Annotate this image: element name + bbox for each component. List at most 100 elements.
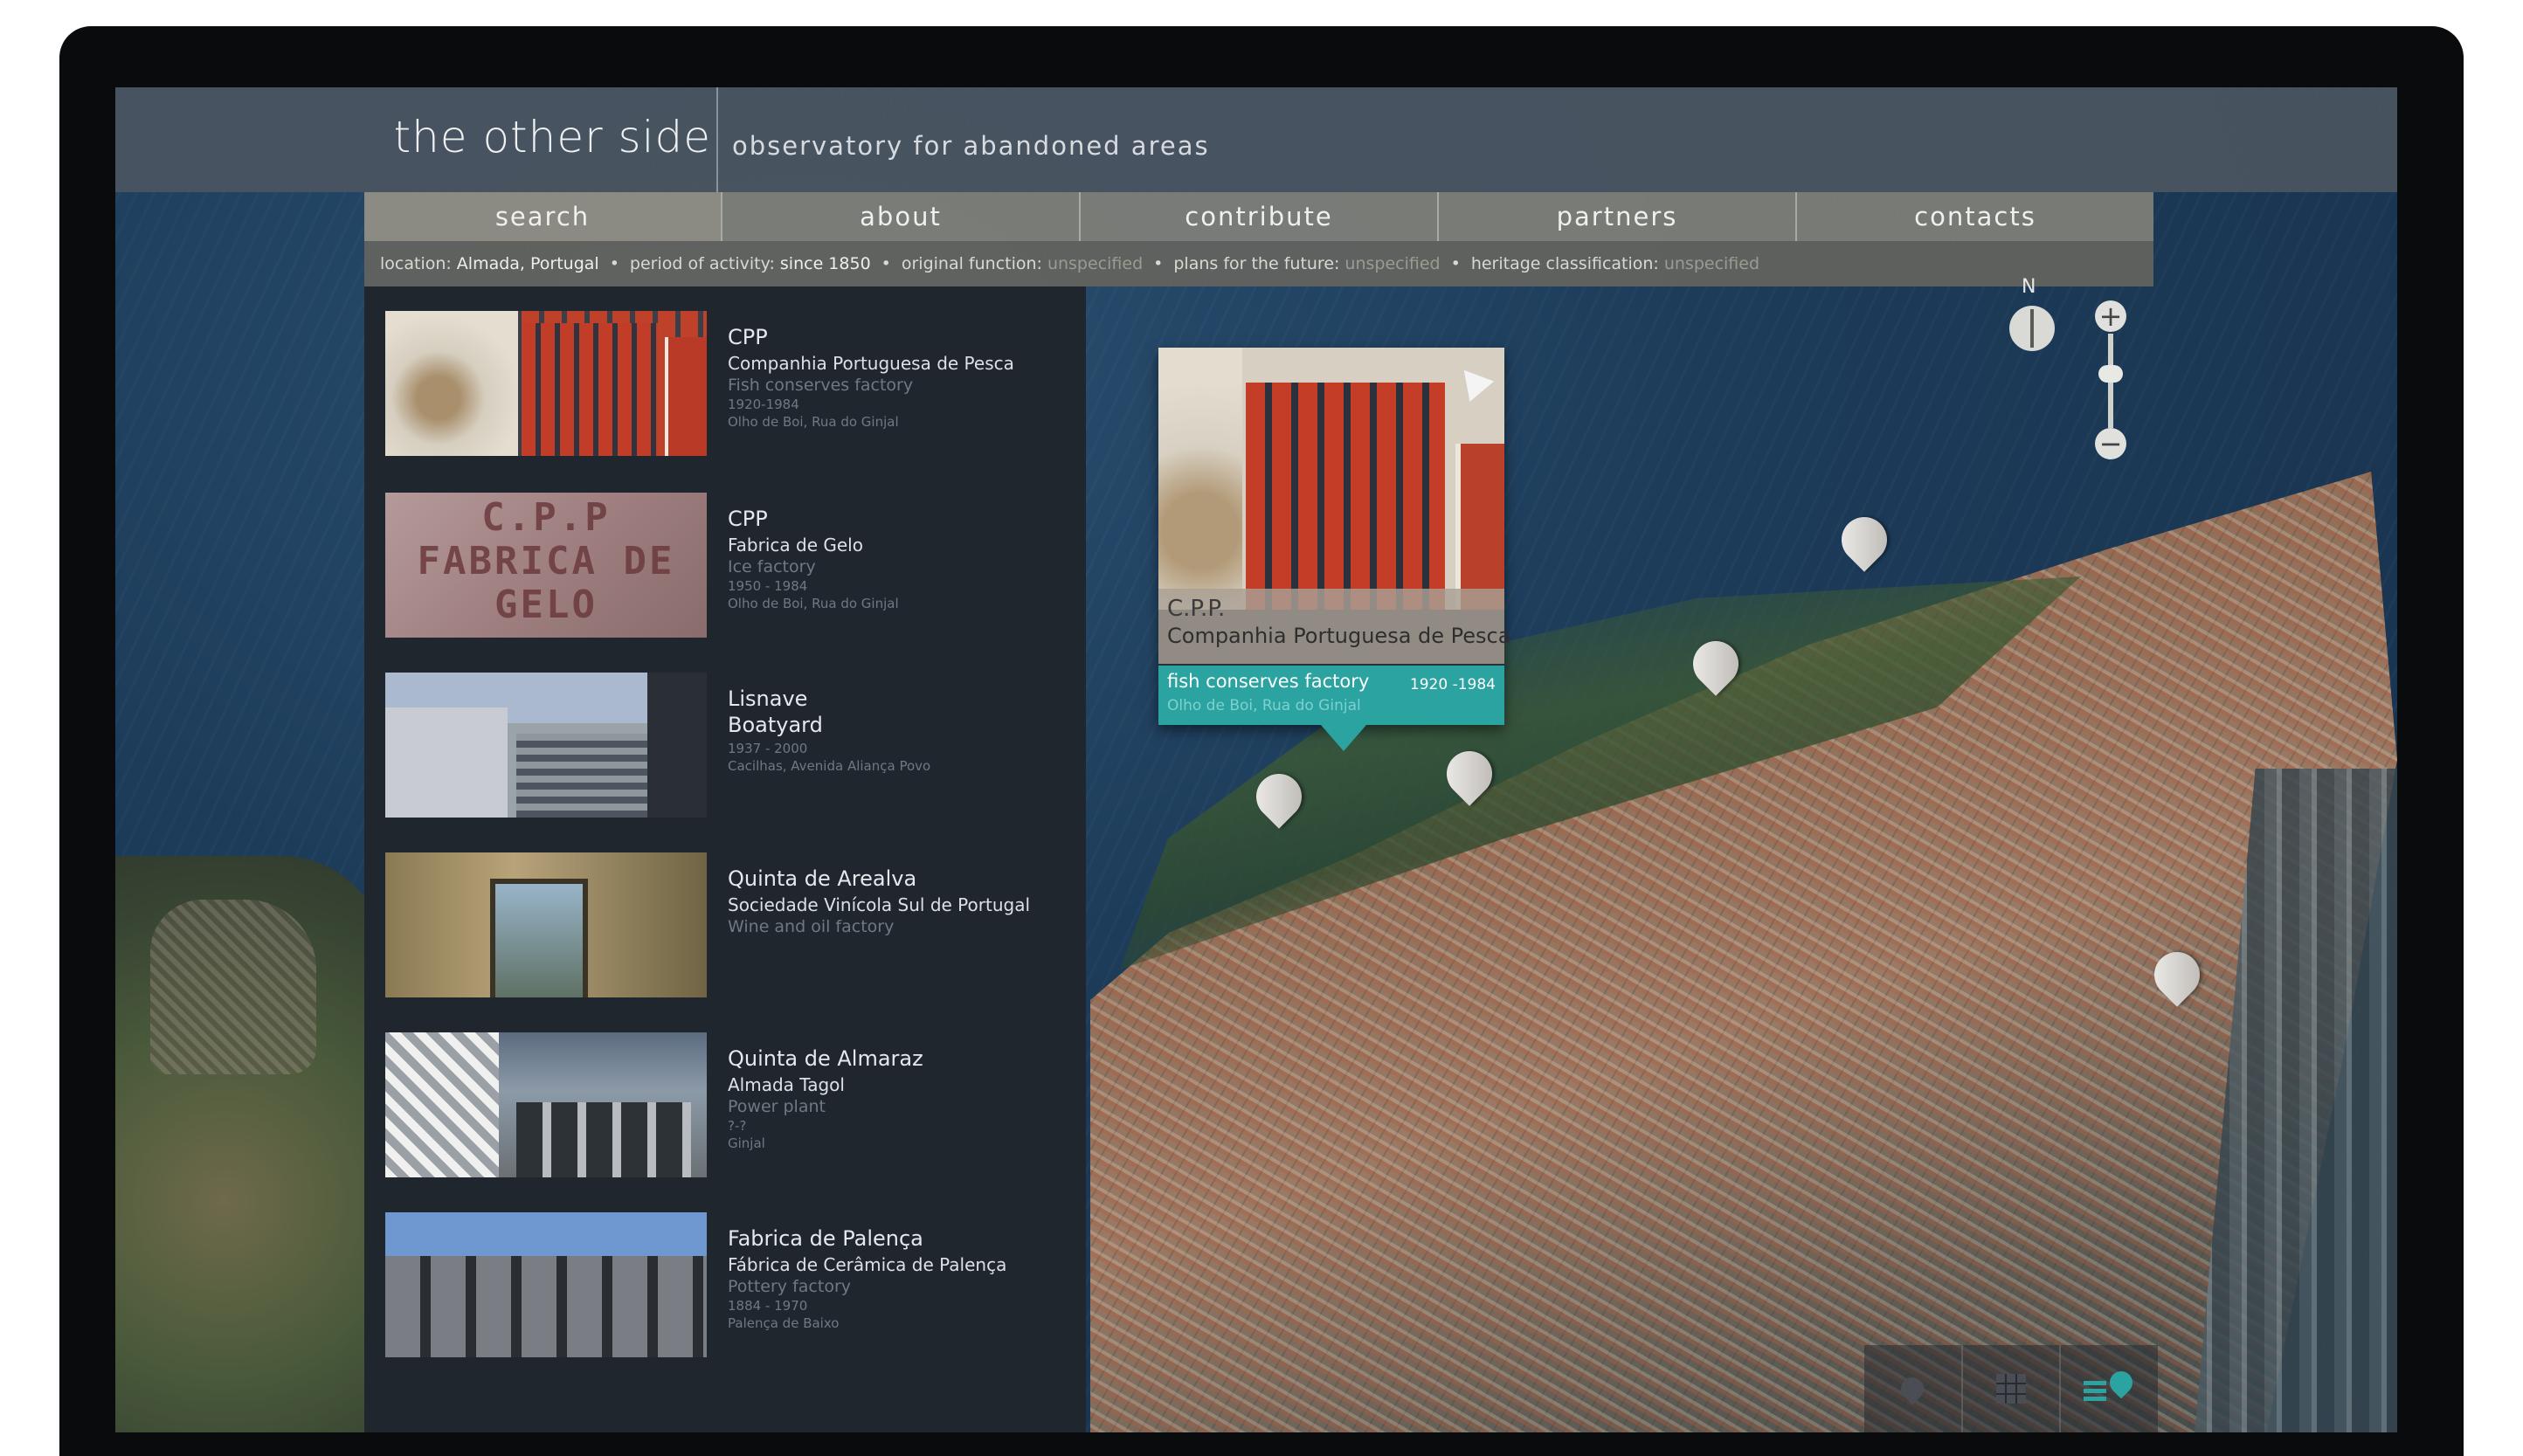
nav-about[interactable]: about <box>721 192 1079 241</box>
list-item-thumbnail[interactable] <box>385 1032 707 1177</box>
list-item-address: Olho de Boi, Rua do Ginjal <box>728 414 899 430</box>
list-item-dates: 1884 - 1970 <box>728 1298 808 1314</box>
list-item-subtitle: Fabrica de Gelo <box>728 535 863 555</box>
list-item-function: Wine and oil factory <box>728 917 895 936</box>
nav-contribute[interactable]: contribute <box>1079 192 1437 241</box>
filter-period-value[interactable]: since 1850 <box>780 254 871 273</box>
nav-contacts[interactable]: contacts <box>1795 192 2153 241</box>
site-title[interactable]: the other side <box>394 112 712 162</box>
app-screen: the other side observatory for abandoned… <box>115 87 2397 1432</box>
filter-heritage-label: heritage classification: <box>1470 254 1659 273</box>
view-mode-bar <box>1864 1345 2158 1432</box>
header-divider <box>716 87 718 192</box>
list-item-function: Fish conserves factory <box>728 376 914 395</box>
zoom-out-button[interactable]: − <box>2095 427 2126 460</box>
filter-heritage-value[interactable]: unspecified <box>1664 254 1759 273</box>
list-lines-icon <box>2083 1380 2106 1401</box>
list-item[interactable]: Quinta de Almaraz Almada Tagol Power pla… <box>385 1032 1067 1181</box>
filter-location-label: location: <box>380 254 452 273</box>
list-item-title[interactable]: CPP <box>728 325 1060 349</box>
list-item-thumbnail[interactable] <box>385 852 707 997</box>
list-item[interactable]: Quinta de Arealva Sociedade Vinícola Sul… <box>385 852 1067 1001</box>
list-item[interactable]: CPP Companhia Portuguesa de Pesca Fish c… <box>385 311 1067 459</box>
popup-header: C.P.P. Companhia Portuguesa de Pesca <box>1158 589 1510 664</box>
compass-icon[interactable] <box>2009 306 2055 351</box>
list-item-thumbnail[interactable] <box>385 311 707 456</box>
nav-partners[interactable]: partners <box>1437 192 1795 241</box>
photo-door-side <box>1455 444 1504 610</box>
thumb-building <box>385 707 508 818</box>
list-item-thumbnail[interactable] <box>385 673 707 818</box>
list-map-icon <box>2083 1366 2138 1406</box>
navigate-arrow-icon[interactable] <box>1451 360 1495 402</box>
list-item-address: Ginjal <box>728 1135 765 1151</box>
zoom-slider-handle[interactable] <box>2098 365 2123 383</box>
list-item-dates: 1937 - 2000 <box>728 741 808 756</box>
list-item-text: Quinta de Almaraz Almada Tagol Power pla… <box>728 1046 1060 1153</box>
filter-plans-value[interactable]: unspecified <box>1344 254 1440 273</box>
list-item-subtitle: Companhia Portuguesa de Pesca <box>728 353 1014 374</box>
site-subtitle: observatory for abandoned areas <box>732 131 1210 161</box>
list-item-function: Pottery factory <box>728 1277 851 1296</box>
results-list: CPP Companhia Portuguesa de Pesca Fish c… <box>364 286 1086 1432</box>
filter-function-label: original function: <box>901 254 1042 273</box>
grid-icon <box>1996 1374 2026 1404</box>
list-item[interactable]: C.P.P FABRICA DE GELO CPP Fabrica de Gel… <box>385 493 1067 641</box>
list-item-text: Fabrica de Palença Fábrica de Cerâmica d… <box>728 1226 1060 1333</box>
popup-photo[interactable] <box>1158 348 1504 610</box>
location-popup[interactable]: C.P.P. Companhia Portuguesa de Pesca fis… <box>1158 348 1510 751</box>
compass-north-label: N <box>2022 276 2036 298</box>
map-pin-icon[interactable] <box>1447 751 1492 816</box>
list-item[interactable]: Lisnave Boatyard 1937 - 2000 Cacilhas, A… <box>385 673 1067 821</box>
thumb-lattice <box>385 1032 499 1177</box>
list-item-subtitle: Boatyard <box>728 713 823 737</box>
filter-location-value[interactable]: Almada, Portugal <box>457 254 599 273</box>
map-pin-icon <box>1896 1372 1929 1405</box>
list-item-text: Quinta de Arealva Sociedade Vinícola Sul… <box>728 866 1060 938</box>
view-grid-button[interactable] <box>1960 1345 2060 1432</box>
map-pin-icon[interactable] <box>1693 641 1738 706</box>
filter-separator: • <box>609 254 619 273</box>
list-item-subtitle: Sociedade Vinícola Sul de Portugal <box>728 894 1031 915</box>
zoom-in-button[interactable]: + <box>2095 300 2126 333</box>
list-item-title[interactable]: Fabrica de Palença <box>728 1226 1060 1251</box>
view-map-button[interactable] <box>1864 1345 1961 1432</box>
filter-period-label: period of activity: <box>629 254 775 273</box>
map-urban-west <box>150 900 316 1074</box>
popup-dates: 1920 -1984 <box>1409 676 1496 693</box>
nav-search[interactable]: search <box>364 192 721 241</box>
thumb-door <box>522 323 658 456</box>
map-pin-icon[interactable] <box>1842 517 1887 582</box>
list-item-dates: 1920-1984 <box>728 397 799 412</box>
list-item-subtitle: Fábrica de Cerâmica de Palença <box>728 1254 1007 1275</box>
map-pin-icon <box>2105 1366 2138 1399</box>
photo-wall <box>1158 348 1242 610</box>
list-item-text: CPP Fabrica de Gelo Ice factory 1950 - 1… <box>728 507 1060 613</box>
view-list-map-button[interactable] <box>2059 1345 2158 1432</box>
list-item-thumbnail[interactable] <box>385 1212 707 1357</box>
list-item-address: Palença de Baixo <box>728 1315 840 1331</box>
filter-separator: • <box>1153 254 1164 273</box>
thumb-building <box>516 734 647 818</box>
map-pin-icon[interactable] <box>2154 952 2200 1017</box>
popup-info-bar: fish conserves factory 1920 -1984 Olho d… <box>1158 666 1504 725</box>
thumb-arches <box>516 1102 691 1177</box>
list-item-dates: ?-? <box>728 1118 747 1134</box>
thumb-window <box>490 879 588 997</box>
popup-name[interactable]: Companhia Portuguesa de Pesca <box>1167 624 1510 648</box>
list-item-address: Olho de Boi, Rua do Ginjal <box>728 596 899 611</box>
map-pin-icon[interactable] <box>1256 774 1302 838</box>
list-item-function: Ice factory <box>728 557 816 576</box>
list-item-title[interactable]: CPP <box>728 507 1060 531</box>
photo-door <box>1246 383 1445 610</box>
popup-address: Olho de Boi, Rua do Ginjal <box>1167 697 1361 714</box>
thumb-building <box>647 673 707 818</box>
filter-function-value[interactable]: unspecified <box>1047 254 1143 273</box>
list-item-title[interactable]: Lisnave <box>728 687 1060 711</box>
list-item-title[interactable]: Quinta de Arealva <box>728 866 1060 891</box>
list-item[interactable]: Fabrica de Palença Fábrica de Cerâmica d… <box>385 1212 1067 1361</box>
thumb-wall <box>385 311 518 456</box>
list-item-title[interactable]: Quinta de Almaraz <box>728 1046 1060 1071</box>
search-filters-bar: location: Almada, Portugal • period of a… <box>364 241 2153 286</box>
list-item-thumbnail[interactable]: C.P.P FABRICA DE GELO <box>385 493 707 638</box>
